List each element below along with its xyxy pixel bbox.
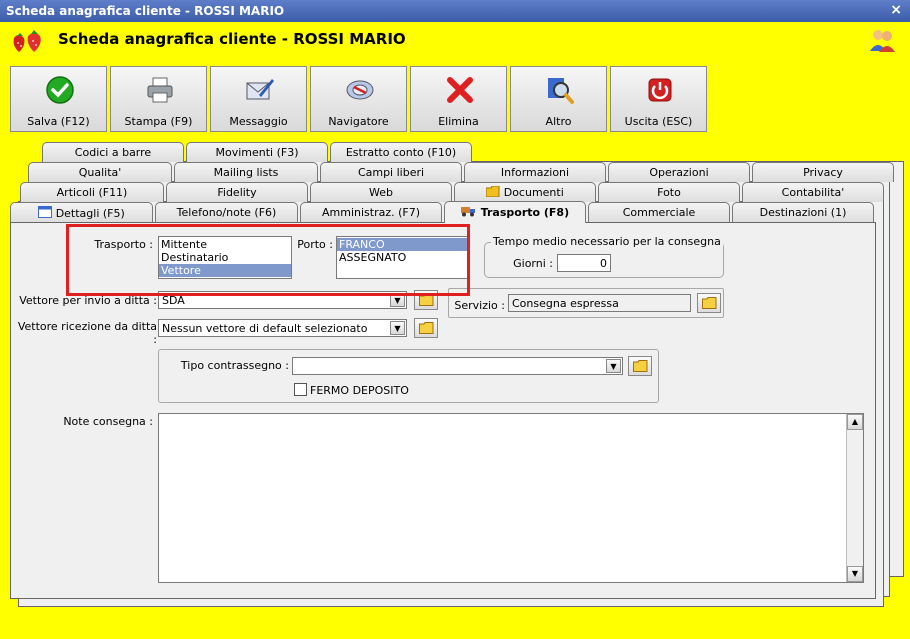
tab-amministraz[interactable]: Amministraz. (F7) bbox=[300, 202, 442, 222]
check-icon bbox=[46, 76, 74, 104]
navigator-button-label: Navigatore bbox=[328, 115, 389, 128]
vettore-ricezione-folder-button[interactable] bbox=[414, 318, 438, 338]
tab-documenti[interactable]: Documenti bbox=[454, 182, 596, 202]
vettore-invio-folder-button[interactable] bbox=[414, 290, 438, 310]
vettore-ricezione-value: Nessun vettore di default selezionato bbox=[162, 322, 368, 335]
trasporto-option-destinatario[interactable]: Destinatario bbox=[159, 251, 291, 264]
print-button[interactable]: Stampa (F9) bbox=[110, 66, 207, 132]
servizio-folder-button[interactable] bbox=[697, 293, 721, 313]
tab-movimenti[interactable]: Movimenti (F3) bbox=[186, 142, 328, 162]
tab-estratto-conto[interactable]: Estratto conto (F10) bbox=[330, 142, 472, 162]
calendar-icon bbox=[38, 206, 53, 218]
tab-mailing-lists[interactable]: Mailing lists bbox=[174, 162, 318, 182]
scroll-up-icon[interactable]: ▲ bbox=[847, 414, 863, 430]
trasporto-label: Trasporto : bbox=[94, 238, 153, 251]
tab-trasporto[interactable]: Trasporto (F8) bbox=[444, 201, 586, 223]
more-button[interactable]: Altro bbox=[510, 66, 607, 132]
save-button[interactable]: Salva (F12) bbox=[10, 66, 107, 132]
contrassegno-combo[interactable]: ▼ bbox=[292, 357, 623, 375]
tab-destinazioni[interactable]: Destinazioni (1) bbox=[732, 202, 874, 222]
porto-listbox[interactable]: FRANCO ASSEGNATO bbox=[336, 236, 470, 279]
tab-commerciale[interactable]: Commerciale bbox=[588, 202, 730, 222]
printer-icon bbox=[147, 77, 173, 103]
contrassegno-label: Tipo contrassegno : bbox=[180, 359, 289, 372]
magnifier-icon bbox=[548, 78, 574, 104]
tab-privacy[interactable]: Privacy bbox=[752, 162, 894, 182]
tab-fidelity[interactable]: Fidelity bbox=[166, 182, 308, 202]
message-button-label: Messaggio bbox=[229, 115, 288, 128]
page-title: Scheda anagrafica cliente - ROSSI MARIO bbox=[58, 30, 406, 48]
servizio-label: Servizio : bbox=[454, 299, 505, 312]
folder-icon bbox=[419, 294, 434, 306]
porto-label: Porto : bbox=[297, 238, 333, 251]
tempo-medio-title: Tempo medio necessario per la consegna bbox=[491, 235, 723, 248]
trasporto-option-vettore[interactable]: Vettore bbox=[159, 264, 291, 277]
vettore-invio-value: SDA bbox=[162, 294, 185, 307]
exit-button-label: Uscita (ESC) bbox=[624, 115, 693, 128]
delete-button[interactable]: Elimina bbox=[410, 66, 507, 132]
save-button-label: Salva (F12) bbox=[27, 115, 90, 128]
note-scrollbar[interactable]: ▲ ▼ bbox=[846, 414, 863, 582]
tab-dettagli-label: Dettagli (F5) bbox=[55, 207, 125, 220]
tab-codici-a-barre[interactable]: Codici a barre bbox=[42, 142, 184, 162]
giorni-label: Giorni : bbox=[513, 257, 553, 270]
folder-icon bbox=[633, 360, 648, 372]
tab-dettagli[interactable]: Dettagli (F5) bbox=[10, 202, 153, 222]
vettore-ricezione-label: Vettore ricezione da ditta : bbox=[17, 320, 157, 346]
tab-telefono-note[interactable]: Telefono/note (F6) bbox=[155, 202, 298, 222]
porto-option-assegnato[interactable]: ASSEGNATO bbox=[337, 251, 469, 264]
porto-option-franco[interactable]: FRANCO bbox=[337, 238, 469, 251]
folder-icon bbox=[419, 322, 434, 334]
folder-icon bbox=[485, 185, 500, 198]
tab-informazioni[interactable]: Informazioni bbox=[464, 162, 606, 182]
chevron-down-icon[interactable]: ▼ bbox=[606, 359, 621, 373]
envelope-pen-icon bbox=[246, 79, 274, 100]
folder-icon bbox=[702, 297, 717, 309]
compass-icon bbox=[346, 80, 374, 100]
tab-campi-liberi[interactable]: Campi liberi bbox=[320, 162, 462, 182]
tab-web[interactable]: Web bbox=[310, 182, 452, 202]
navigator-button[interactable]: Navigatore bbox=[310, 66, 407, 132]
vettore-invio-combo[interactable]: SDA ▼ bbox=[158, 291, 407, 309]
trasporto-listbox[interactable]: Mittente Destinatario Vettore bbox=[158, 236, 292, 279]
chevron-down-icon[interactable]: ▼ bbox=[390, 293, 405, 307]
window-title: Scheda anagrafica cliente - ROSSI MARIO bbox=[6, 4, 285, 18]
fermo-deposito-label: FERMO DEPOSITO bbox=[310, 384, 409, 397]
trasporto-option-mittente[interactable]: Mittente bbox=[159, 238, 291, 251]
vettore-ricezione-combo[interactable]: Nessun vettore di default selezionato ▼ bbox=[158, 319, 407, 337]
servizio-field: Consegna espressa bbox=[508, 294, 691, 312]
message-button[interactable]: Messaggio bbox=[210, 66, 307, 132]
chevron-down-icon[interactable]: ▼ bbox=[390, 321, 405, 335]
delete-button-label: Elimina bbox=[438, 115, 479, 128]
tab-trasporto-label: Trasporto (F8) bbox=[480, 206, 570, 219]
note-consegna-label: Note consegna : bbox=[63, 415, 153, 428]
note-consegna-textarea[interactable]: ▲ ▼ bbox=[158, 413, 864, 583]
red-x-icon bbox=[447, 77, 473, 103]
tab-qualita[interactable]: Qualita' bbox=[28, 162, 172, 182]
giorni-input[interactable]: 0 bbox=[557, 254, 611, 272]
tab-articoli[interactable]: Articoli (F11) bbox=[20, 182, 164, 202]
users-icon[interactable] bbox=[868, 27, 896, 53]
tab-documenti-label: Documenti bbox=[503, 186, 564, 199]
close-icon[interactable]: × bbox=[890, 2, 902, 18]
strawberries-icon bbox=[13, 30, 41, 52]
more-button-label: Altro bbox=[545, 115, 572, 128]
tab-foto[interactable]: Foto bbox=[598, 182, 740, 202]
window-titlebar: Scheda anagrafica cliente - ROSSI MARIO … bbox=[0, 0, 910, 22]
truck-icon bbox=[460, 207, 475, 217]
print-button-label: Stampa (F9) bbox=[124, 115, 193, 128]
vettore-invio-label: Vettore per invio a ditta : bbox=[19, 294, 157, 307]
fermo-deposito-checkbox[interactable] bbox=[294, 383, 307, 396]
scroll-down-icon[interactable]: ▼ bbox=[847, 566, 863, 582]
power-icon bbox=[648, 78, 672, 102]
exit-button[interactable]: Uscita (ESC) bbox=[610, 66, 707, 132]
tab-operazioni[interactable]: Operazioni bbox=[608, 162, 750, 182]
tab-contabilita[interactable]: Contabilita' bbox=[742, 182, 884, 202]
trasporto-panel: Trasporto : Mittente Destinatario Vettor… bbox=[10, 222, 876, 599]
header: Scheda anagrafica cliente - ROSSI MARIO bbox=[0, 22, 910, 60]
contrassegno-folder-button[interactable] bbox=[628, 356, 652, 376]
